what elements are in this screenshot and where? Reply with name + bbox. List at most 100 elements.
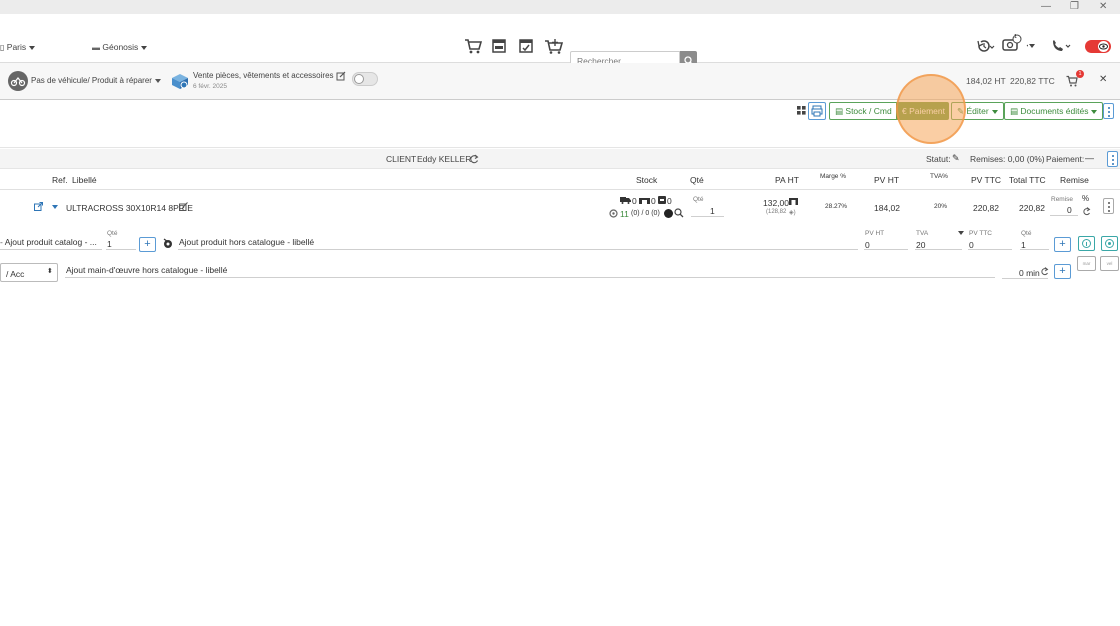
store-icon xyxy=(789,198,798,205)
client-label: CLIENT xyxy=(386,154,417,164)
refresh-icon[interactable] xyxy=(1082,207,1091,216)
order-infobar: Pas de véhicule/ Produit à réparer Vente… xyxy=(0,63,1120,100)
stock-available[interactable]: 11 xyxy=(620,209,629,219)
qty-input[interactable]: 1 xyxy=(710,206,715,216)
chevron-down-icon xyxy=(29,45,36,50)
edit-label: Éditer xyxy=(966,106,989,116)
add-catalog-button[interactable]: + xyxy=(139,237,156,252)
row-libelle[interactable]: ULTRACROSS 30X10R14 8PR E xyxy=(66,203,193,213)
info-button[interactable] xyxy=(1078,236,1095,251)
row-marge: 28.27% xyxy=(825,203,848,210)
search-icon[interactable] xyxy=(674,208,684,218)
location-label: Paris xyxy=(6,42,27,52)
eye-icon xyxy=(1098,41,1109,52)
client-options-button[interactable] xyxy=(1107,151,1118,167)
site-label: Géonosis xyxy=(102,42,139,52)
hors-pv-ht-underline xyxy=(864,249,908,250)
qty-underline xyxy=(691,216,724,217)
restore-icon[interactable]: ❐ xyxy=(1070,1,1079,13)
catalog-search-field[interactable]: - Ajout produit catalog - ... xyxy=(0,237,97,247)
row-pv-ht[interactable]: 184,02 xyxy=(874,203,900,213)
print-button[interactable] xyxy=(808,102,826,120)
order-date: 6 févr. 2025 xyxy=(193,83,227,90)
printer-icon xyxy=(811,105,823,117)
client-bar: CLIENT Eddy KELLER Statut: ✎ Remises: 0,… xyxy=(0,149,1120,169)
edit-icon[interactable] xyxy=(179,202,188,211)
payment-button[interactable]: € Paiement xyxy=(896,102,949,120)
building-icon: ▯ xyxy=(0,43,5,52)
window-titlebar: — ❐ ✕ xyxy=(0,0,1120,14)
catalog-search-label: Ajout produit catalog - ... xyxy=(4,237,97,247)
col-qte: Qté xyxy=(690,175,704,185)
col-ref: Ref. xyxy=(52,175,68,185)
info-icon xyxy=(1082,239,1091,248)
documents-button[interactable]: ▤ Documents édités xyxy=(1004,102,1104,120)
stock-cmd-button[interactable]: ▤ Stock / Cmd xyxy=(829,102,898,120)
visibility-toggle[interactable] xyxy=(1085,40,1111,53)
labor-duration-input[interactable]: 0 min xyxy=(1019,268,1040,278)
chevron-down-icon xyxy=(991,109,998,114)
sale-type-label: Vente pièces, vêtements et accessoires xyxy=(193,71,334,80)
edit-button[interactable]: ✎ Éditer xyxy=(951,102,1004,120)
catalog-qty-input[interactable]: 1 xyxy=(107,239,112,249)
more-options-button[interactable] xyxy=(1103,103,1114,119)
total-ttc: 220,82 TTC xyxy=(1010,76,1055,86)
stock-status-dot xyxy=(664,209,673,218)
add-hors-catalog-button[interactable]: + xyxy=(1054,237,1071,252)
notification-count: 1 xyxy=(1014,34,1018,40)
chevron-down-icon[interactable] xyxy=(958,231,964,235)
warehouse-icon: ▬ xyxy=(92,43,100,52)
action-toolbar: ▤ Stock / Cmd € Paiement ✎ Éditer ▤ Docu… xyxy=(0,74,1120,148)
chevron-down-icon xyxy=(1091,109,1098,114)
location-dropdown[interactable]: ▯ Paris xyxy=(0,42,36,52)
calendar-icon[interactable] xyxy=(492,38,506,53)
catalog-qty-underline xyxy=(106,249,136,250)
cart-icon[interactable] xyxy=(464,38,482,54)
minimize-icon[interactable]: — xyxy=(1041,1,1051,13)
refresh-icon[interactable] xyxy=(469,154,479,164)
add-labor-button[interactable]: + xyxy=(1054,264,1071,279)
percent-toggle[interactable]: % xyxy=(1082,194,1089,203)
total-ht: 184,02 HT xyxy=(966,76,1006,86)
motorcycle-icon[interactable] xyxy=(8,71,28,91)
col-pv-ttc: PV TTC xyxy=(971,175,1002,185)
warehouse-stock-icon xyxy=(609,209,618,218)
site-dropdown[interactable]: ▬ Géonosis xyxy=(92,42,148,52)
chevron-down-icon[interactable] xyxy=(52,205,58,209)
external-link-icon[interactable] xyxy=(34,202,43,211)
chevron-down-icon xyxy=(154,78,161,83)
calendar-check-icon[interactable] xyxy=(519,38,533,53)
close-icon[interactable]: ✕ xyxy=(1099,74,1107,85)
chevron-down-icon[interactable] xyxy=(1029,44,1035,48)
edit-icon[interactable] xyxy=(336,71,346,81)
hors-catalog-label[interactable]: Ajout produit hors catalogue - libellé xyxy=(179,237,314,247)
refresh-icon[interactable] xyxy=(1040,267,1049,276)
client-name[interactable]: Eddy KELLER xyxy=(417,154,471,164)
grid-icon[interactable] xyxy=(797,106,806,115)
cart-plus-icon[interactable] xyxy=(544,38,564,54)
remise-input[interactable]: 0 xyxy=(1067,205,1072,215)
header-divider xyxy=(0,189,1120,190)
status-label: Statut: xyxy=(926,154,951,164)
documents-label: Documents édités xyxy=(1020,106,1089,116)
settings-button[interactable] xyxy=(1101,236,1118,251)
col-marge: Marge % xyxy=(820,173,847,180)
pencil-icon[interactable]: ✎ xyxy=(952,153,960,164)
row-options-button[interactable] xyxy=(1103,198,1114,214)
labor-label[interactable]: Ajout main-d'œuvre hors catalogue - libe… xyxy=(66,265,227,275)
vehicle-dropdown[interactable]: Pas de véhicule/ Produit à réparer xyxy=(31,76,161,85)
history-icon[interactable] xyxy=(975,38,995,54)
labor-type-select[interactable]: / Acc ⬍ xyxy=(0,263,58,282)
order-toggle[interactable] xyxy=(352,72,378,86)
row-tva[interactable]: 20% xyxy=(934,203,947,210)
col-remise: Remise xyxy=(1060,175,1089,185)
row-pv-ttc[interactable]: 220,82 xyxy=(973,203,999,213)
hors-catalog-underline xyxy=(178,249,858,250)
labor-preset-button[interactable]: mar xyxy=(1077,256,1096,271)
labor-underline xyxy=(65,277,995,278)
vehicle-label: Pas de véhicule/ Produit à réparer xyxy=(31,76,152,85)
qty-label: Qté xyxy=(693,196,704,203)
close-window-icon[interactable]: ✕ xyxy=(1099,1,1107,13)
labor-preset-button-2[interactable]: vel xyxy=(1100,256,1119,271)
phone-icon[interactable] xyxy=(1050,38,1072,54)
